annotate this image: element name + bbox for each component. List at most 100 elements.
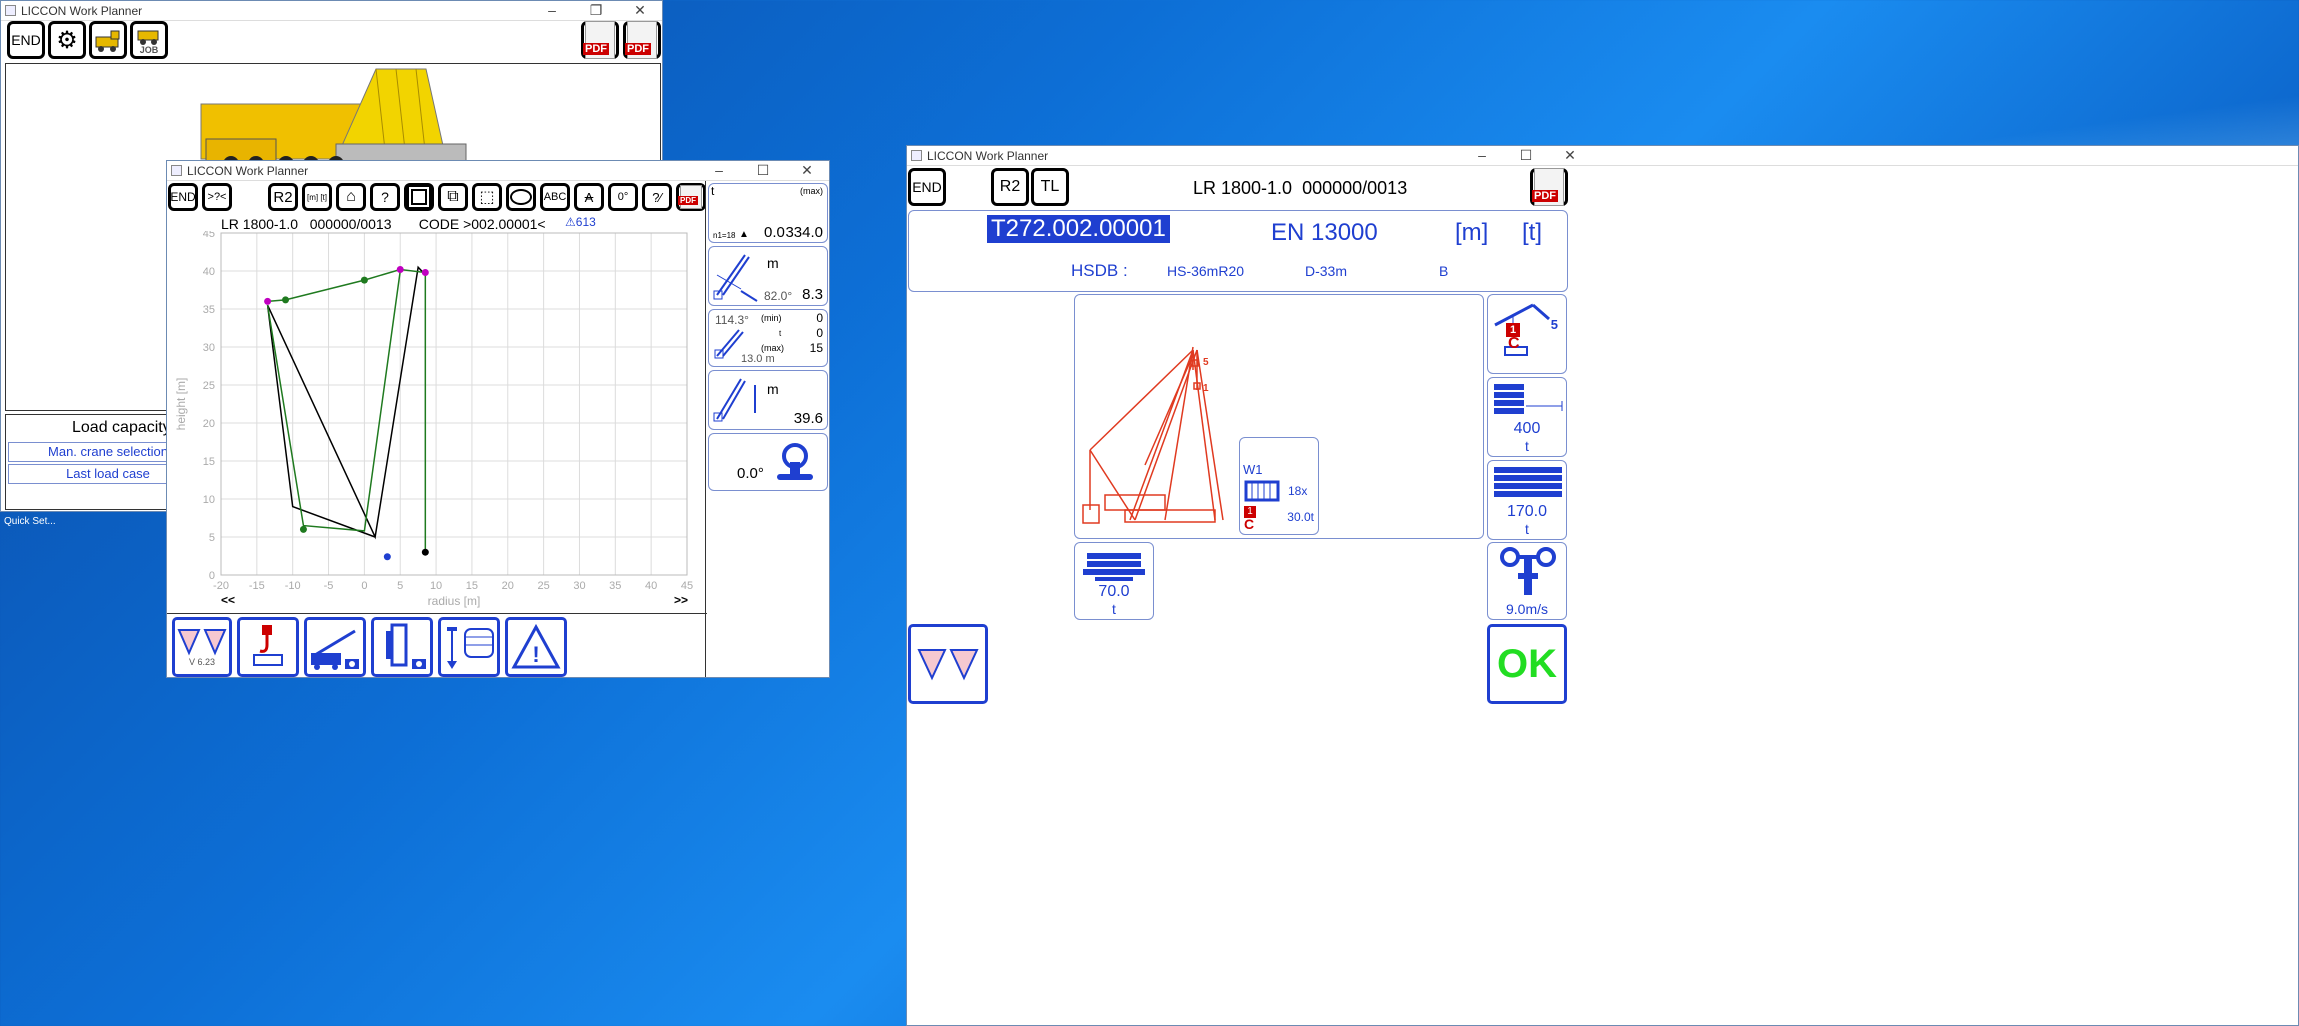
units-button[interactable]: [m] [t]: [302, 183, 332, 211]
m-label-2: m: [767, 381, 779, 397]
minimize-button[interactable]: –: [1460, 147, 1504, 164]
pdf-book-button[interactable]: PDF: [623, 21, 661, 59]
end-button[interactable]: END: [7, 21, 45, 59]
close-button[interactable]: ✕: [618, 2, 662, 19]
app-icon: [911, 150, 922, 161]
winch-panel[interactable]: W1 18x 1 C 30.0t: [1239, 437, 1319, 535]
max-label-2: (max): [761, 343, 784, 353]
hsdb-config: B: [1439, 263, 1449, 279]
height-cell[interactable]: m 39.6: [708, 370, 828, 430]
x-tick-label: 30: [573, 580, 585, 592]
slewing-ring-icon: [777, 443, 813, 480]
close-button[interactable]: ✕: [1548, 147, 1592, 164]
x-tick-label: 20: [502, 580, 514, 592]
help-label: >?<: [207, 191, 227, 203]
settings-button[interactable]: ⚙: [48, 21, 86, 59]
tl-button[interactable]: TL: [1031, 168, 1069, 206]
minimize-button[interactable]: –: [530, 2, 574, 19]
job-button[interactable]: JOB: [130, 21, 168, 59]
box-button[interactable]: ⬚: [472, 183, 502, 211]
central-ballast-unit: t: [1112, 601, 1116, 617]
nav-prev-button[interactable]: <<: [221, 593, 235, 607]
central-ballast-button[interactable]: 70.0 t: [1074, 542, 1154, 620]
r2-button[interactable]: R2: [991, 168, 1029, 206]
close-button[interactable]: ✕: [785, 162, 829, 179]
height-value: 39.6: [793, 410, 823, 427]
winch-camera-icon: [386, 623, 426, 669]
pdf-label: PDF: [583, 43, 609, 55]
range-chart[interactable]: -20 -15 -10 -5 0 5 10 15 20 25 30 35 40 45 0 5 10 15 20 25 3…: [167, 231, 705, 631]
pdf-icon: PDF: [583, 21, 615, 59]
hsdb-label: HSDB :: [1071, 261, 1128, 280]
unit-t-label: [t]: [1522, 219, 1543, 246]
wind-speed-button[interactable]: 9.0m/s: [1487, 542, 1567, 620]
window-title: LICCON Work Planner: [927, 148, 1049, 163]
radius-cell[interactable]: m 82.0° 8.3: [708, 246, 828, 306]
pdf-button[interactable]: PDF: [581, 21, 619, 59]
axis-query-button[interactable]: ?: [370, 183, 400, 211]
window-header: LR 1800-1.0 000000/0013: [1193, 178, 1407, 199]
hook-count: 5: [1550, 317, 1558, 332]
pdf-button[interactable]: PDF: [676, 183, 706, 211]
window-title: LICCON Work Planner: [187, 163, 309, 178]
counterweight-button[interactable]: 170.0 t: [1487, 460, 1567, 540]
text-button[interactable]: ABC: [540, 183, 570, 211]
pdf-label: PDF: [678, 196, 698, 205]
nav-next-button[interactable]: >>: [674, 593, 688, 607]
hook-button[interactable]: [237, 617, 299, 677]
end-label: END: [912, 179, 942, 195]
minimize-button[interactable]: –: [697, 162, 741, 179]
pdf-button[interactable]: PDF: [1530, 168, 1568, 206]
x-tick-label: -20: [213, 580, 229, 592]
hsdb-derrick: D-33m: [1305, 263, 1348, 279]
man-crane-selection-label: Man. crane selection: [48, 444, 168, 459]
maximize-button[interactable]: ☐: [1504, 147, 1548, 164]
x-tick-label: 0: [361, 580, 367, 592]
warning-button[interactable]: !: [505, 617, 567, 677]
y-tick-label: 30: [203, 342, 215, 354]
y-tick-label: 20: [203, 418, 215, 430]
angle-measure-icon: 0°: [617, 191, 629, 203]
slew-range-cell[interactable]: 114.3° (min) 0 t 0 (max) 15 13.0 m: [708, 309, 828, 367]
crane-camera-button[interactable]: [304, 617, 366, 677]
data-point: [421, 548, 429, 556]
crane-select-button[interactable]: [89, 21, 127, 59]
restore-button[interactable]: ❐: [574, 2, 618, 19]
hook-config-button[interactable]: 1 C 5: [1487, 294, 1567, 374]
slewing-cell[interactable]: 0.0°: [708, 433, 828, 491]
help-button[interactable]: >?<: [202, 183, 232, 211]
ok-button[interactable]: OK: [1487, 624, 1567, 704]
winch-camera-button[interactable]: [371, 617, 433, 677]
crane-config-button[interactable]: ⌂: [336, 183, 366, 211]
reeving-label: n1=18: [713, 231, 736, 240]
ballast-button[interactable]: [438, 617, 500, 677]
x-axis-label: radius [m]: [428, 594, 481, 608]
circle-button[interactable]: [506, 183, 536, 211]
tip-label-5: 5: [1203, 357, 1209, 368]
crossed-a-icon: A: [584, 189, 594, 205]
menu-button[interactable]: [908, 624, 988, 704]
end-button[interactable]: END: [908, 168, 946, 206]
superlift-ballast-button[interactable]: 400 t: [1487, 377, 1567, 457]
no-text-button[interactable]: A: [574, 183, 604, 211]
load-cell[interactable]: t (max) n1=18 ▲ 0.0 334.0: [708, 183, 828, 243]
frame-button[interactable]: [404, 183, 434, 211]
warning-indicator[interactable]: ⚠613: [565, 215, 596, 229]
t-label-2: t: [779, 329, 782, 338]
chart-header: LR 1800-1.0 000000/0013 CODE >002.00001<: [221, 216, 546, 232]
load-capacity-title: Load capacity: [72, 419, 171, 436]
table-code[interactable]: T272.002.00001: [987, 215, 1170, 243]
x-tick-label: 15: [466, 580, 478, 592]
pdf-book-icon: PDF: [625, 21, 657, 59]
slew-value: 0.0°: [737, 465, 764, 482]
menu-button[interactable]: V 6.23: [172, 617, 232, 677]
curve-button[interactable]: ?∕: [642, 183, 672, 211]
layers-button[interactable]: ⧉: [438, 183, 468, 211]
title-bar: LICCON Work Planner – ☐ ✕: [907, 146, 2298, 166]
r2-button[interactable]: R2: [268, 183, 298, 211]
end-button[interactable]: END: [168, 183, 198, 211]
angle-measure-button[interactable]: 0°: [608, 183, 638, 211]
winch-name: W1: [1243, 462, 1263, 477]
maximize-button[interactable]: ☐: [741, 162, 785, 179]
ok-label: OK: [1497, 641, 1557, 686]
